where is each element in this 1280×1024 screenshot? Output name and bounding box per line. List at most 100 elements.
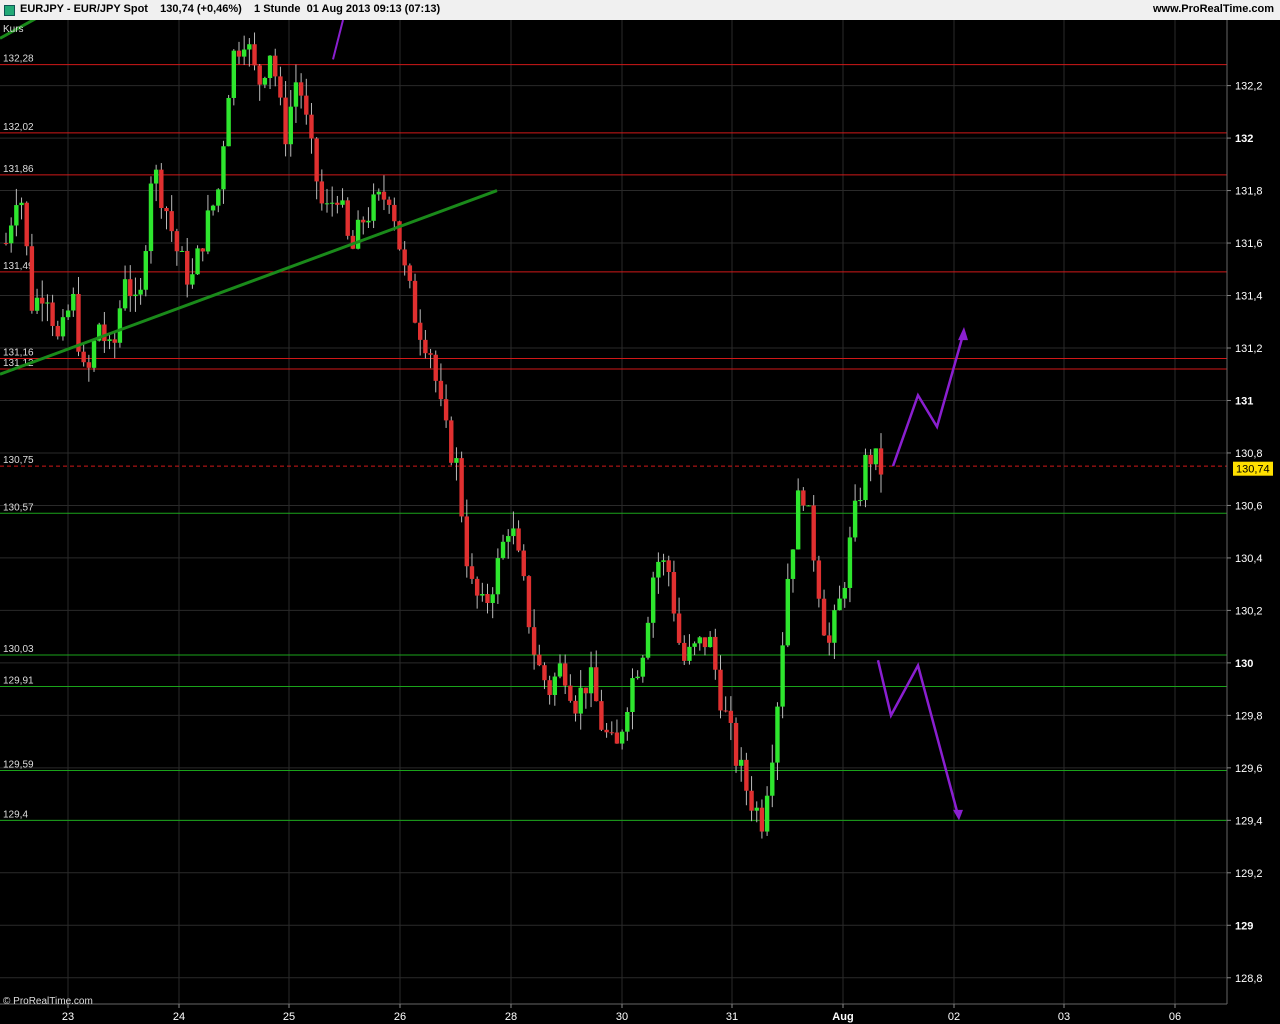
candle-body bbox=[267, 55, 273, 79]
candle-body bbox=[138, 289, 143, 295]
candle-body bbox=[718, 669, 723, 711]
y-tick-label: 129,4 bbox=[1235, 815, 1263, 827]
y-tick-label: 128,8 bbox=[1235, 973, 1263, 985]
candle-body bbox=[107, 339, 112, 342]
resistance-label: 131,16 bbox=[3, 347, 34, 358]
candle-body bbox=[210, 205, 216, 211]
candle-body bbox=[562, 663, 568, 686]
candle-body bbox=[770, 762, 775, 796]
candle-body bbox=[780, 645, 785, 707]
candle-body bbox=[480, 594, 485, 596]
candle-body bbox=[402, 249, 407, 266]
candle-body bbox=[578, 687, 583, 714]
site-link[interactable]: www.ProRealTime.com bbox=[1153, 3, 1274, 15]
candle-body bbox=[112, 339, 117, 343]
candle-body bbox=[412, 280, 418, 323]
candle-body bbox=[847, 537, 853, 588]
candle-body bbox=[728, 710, 734, 723]
x-tick-label: 28 bbox=[505, 1011, 517, 1023]
candle-body bbox=[707, 636, 713, 648]
candle-body bbox=[76, 293, 81, 352]
candle-body bbox=[262, 78, 268, 85]
candle-body bbox=[257, 65, 262, 85]
candle-body bbox=[159, 169, 164, 209]
candle-body bbox=[309, 114, 314, 139]
candle-body bbox=[723, 710, 728, 712]
candle-body bbox=[102, 324, 107, 342]
y-tick-label: 131,2 bbox=[1235, 343, 1263, 355]
candle-body bbox=[614, 732, 620, 744]
last-price-label: 130,74 bbox=[1236, 464, 1270, 476]
candle-body bbox=[236, 50, 242, 57]
candle-body bbox=[671, 571, 677, 614]
candle-body bbox=[863, 454, 868, 501]
candle-body bbox=[50, 302, 55, 326]
y-tick-label: 131,8 bbox=[1235, 186, 1263, 198]
candle-body bbox=[842, 587, 847, 599]
candle-body bbox=[8, 225, 14, 244]
candle-body bbox=[190, 274, 195, 285]
candle-body bbox=[449, 420, 454, 463]
candle-body bbox=[604, 729, 609, 733]
candle-body bbox=[40, 297, 45, 304]
candle-body bbox=[474, 578, 480, 596]
candle-body bbox=[247, 44, 252, 50]
candle-body bbox=[371, 194, 376, 221]
candle-body bbox=[775, 706, 780, 763]
candle-body bbox=[588, 667, 594, 694]
chart-background bbox=[0, 20, 1280, 1024]
resistance-label: 132,02 bbox=[3, 122, 34, 133]
candle-body bbox=[557, 663, 563, 677]
watermark: © ProRealTime.com bbox=[3, 996, 93, 1007]
candle-body bbox=[169, 211, 174, 232]
candle-body bbox=[71, 293, 76, 311]
candle-body bbox=[314, 138, 319, 182]
candle-body bbox=[873, 448, 879, 465]
candle-body bbox=[29, 246, 35, 311]
candle-body bbox=[697, 637, 702, 644]
support-label: 130,03 bbox=[3, 644, 34, 655]
candle-body bbox=[428, 353, 433, 355]
candle-body bbox=[619, 731, 625, 744]
candle-body bbox=[361, 219, 366, 223]
candle-body bbox=[174, 231, 180, 252]
candle-body bbox=[366, 220, 371, 223]
candle-body bbox=[122, 279, 128, 309]
candle-body bbox=[583, 687, 589, 694]
candle-body bbox=[34, 297, 40, 311]
candle-body bbox=[739, 759, 744, 766]
x-tick-label: 25 bbox=[283, 1011, 295, 1023]
y-tick-label: 131 bbox=[1235, 395, 1253, 407]
candle-body bbox=[226, 97, 231, 147]
candle-body bbox=[764, 795, 770, 832]
candle-body bbox=[547, 680, 552, 695]
x-tick-label: Aug bbox=[832, 1011, 853, 1023]
price-chart: 132,28132,02131,86131,49131,16131,12130,… bbox=[0, 20, 1280, 1024]
candle-body bbox=[231, 50, 237, 98]
candle-body bbox=[278, 76, 283, 98]
candle-body bbox=[749, 790, 754, 811]
candle-body bbox=[55, 325, 60, 337]
candle-body bbox=[304, 95, 309, 115]
y-tick-label: 132 bbox=[1235, 133, 1253, 145]
candle-body bbox=[340, 200, 345, 205]
y-tick-label: 129 bbox=[1235, 920, 1253, 932]
candle-body bbox=[868, 454, 873, 465]
candle-body bbox=[744, 759, 749, 791]
x-tick-label: 24 bbox=[173, 1011, 185, 1023]
candle-body bbox=[692, 643, 697, 647]
candle-body bbox=[682, 642, 687, 661]
candle-body bbox=[200, 248, 205, 252]
candle-body bbox=[511, 528, 516, 537]
y-tick-label: 130 bbox=[1235, 658, 1253, 670]
candle-body bbox=[117, 308, 123, 343]
candle-body bbox=[506, 536, 511, 542]
candle-body bbox=[827, 635, 832, 643]
candle-body bbox=[754, 807, 759, 811]
y-tick-label: 131,6 bbox=[1235, 238, 1263, 250]
candle-body bbox=[790, 549, 796, 579]
candle-body bbox=[495, 558, 501, 595]
candle-body bbox=[148, 183, 154, 252]
support-label: 129,4 bbox=[3, 809, 28, 820]
y-tick-label: 132,2 bbox=[1235, 81, 1263, 93]
